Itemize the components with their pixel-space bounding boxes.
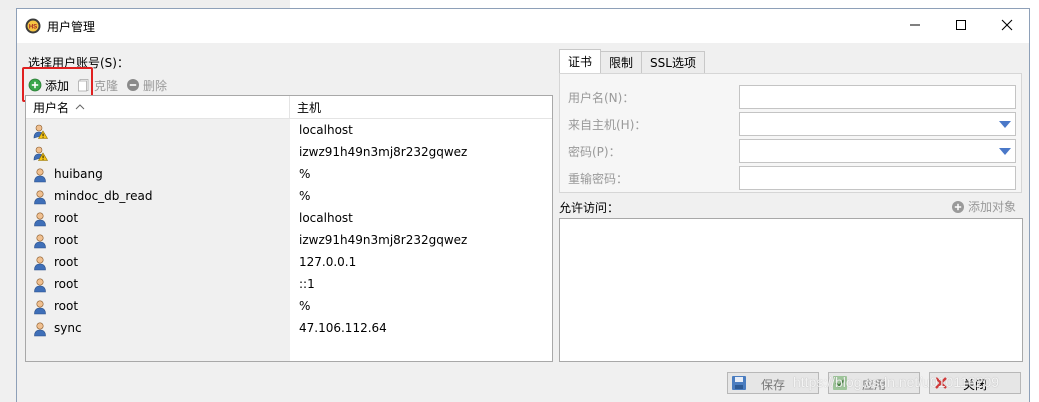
column-header-username-label: 用户名 [33,100,70,115]
table-row[interactable]: root localhost [26,208,552,230]
host-cell: % [299,167,311,181]
user-icon [32,233,48,249]
chevron-down-icon [999,121,1011,128]
username-cell: mindoc_db_read [54,189,153,203]
host-cell: localhost [299,123,353,137]
username-field-label: 用户名(N)： [568,91,635,105]
maximize-icon [956,20,966,30]
from-host-dropdown[interactable] [739,112,1016,136]
user-icon [32,277,48,293]
table-row[interactable]: root::1 [26,274,552,296]
user-icon [32,321,48,337]
username-cell: sync [54,321,82,335]
from-host-field-label: 来自主机(H)： [568,118,647,132]
chevron-down-icon [999,148,1011,155]
tab-limits-label: 限制 [609,56,634,70]
password-field[interactable] [739,139,1016,163]
tab-limits[interactable]: 限制 [600,51,643,73]
host-cell: % [299,299,311,313]
save-button[interactable]: 保存 [727,372,819,394]
host-cell: ::1 [299,277,315,291]
title-bar: HS 用户管理 [17,9,1029,43]
close-button[interactable]: 关闭 [929,372,1021,394]
table-row[interactable]: localhost [26,120,552,142]
minimize-icon [910,24,920,26]
table-row[interactable]: huibang% [26,164,552,186]
table-row[interactable]: root 127.0.0.1 [26,252,552,274]
password-field-label: 密码(P)： [568,145,621,159]
minus-circle-icon [127,79,140,91]
host-cell: 127.0.0.1 [299,255,357,269]
tab-bar: 证书 限制 SSL选项 [559,49,705,73]
certificate-panel: 用户名(N)： 来自主机(H)： 密码(P)： 重输密码： [559,73,1022,193]
column-header-username[interactable]: 用户名 [26,96,290,119]
host-cell: izwz91h49n3mj8r232gqwez [299,145,468,159]
delete-user-button[interactable]: 删除 [126,77,167,94]
column-header-host-label: 主机 [297,100,322,115]
host-cell: localhost [299,211,353,225]
username-field[interactable] [739,85,1016,109]
minimize-button[interactable] [892,9,938,41]
apply-button[interactable]: 应用 [828,372,920,394]
user-icon [32,299,48,315]
save-button-label: 保存 [760,378,785,392]
username-cell: root [54,233,79,247]
user-icon [32,255,48,271]
warning-user-icon [32,123,49,139]
close-icon [1001,19,1013,31]
user-icon [32,189,48,205]
host-cell: % [299,189,311,203]
host-cell: 47.106.112.64 [299,321,387,335]
table-row[interactable]: mindoc_db_read% [26,186,552,208]
allow-access-label: 允许访问： [559,201,620,215]
username-cell: huibang [54,167,103,181]
user-icon [32,167,48,183]
username-cell: root [54,211,79,225]
app-logo-icon: HS [25,18,41,34]
username-cell: root [54,255,79,269]
column-header-host[interactable]: 主机 [290,96,552,119]
delete-user-label: 删除 [143,78,168,93]
maximize-button[interactable] [938,9,984,41]
add-object-button[interactable]: 添加对象 [951,198,1016,215]
allowed-access-list[interactable] [559,218,1023,362]
clone-user-label: 克隆 [94,78,119,93]
add-object-label: 添加对象 [968,200,1017,214]
user-management-window: HS 用户管理 选择用户账号(S)： 添加 克隆 删除 用户名 主机 local… [16,8,1030,402]
background-strip [0,0,16,402]
tab-ssl-options-label: SSL选项 [650,56,696,70]
confirm-password-field[interactable] [739,166,1016,190]
tab-ssl-options[interactable]: SSL选项 [641,51,705,73]
table-row[interactable]: root% [26,296,552,318]
tab-certificate-label: 证书 [568,55,593,69]
window-title: 用户管理 [47,20,96,34]
apply-button-label: 应用 [861,378,886,392]
warning-user-icon [32,145,49,161]
user-list[interactable]: 用户名 主机 localhost izwz91h49n3mj8r232gqwez… [25,95,553,362]
table-row[interactable]: sync 47.106.112.64 [26,318,552,340]
close-button-label: 关闭 [962,378,987,392]
tab-certificate[interactable]: 证书 [559,49,602,73]
host-cell: izwz91h49n3mj8r232gqwez [299,233,468,247]
user-toolbar: 添加 克隆 删除 [22,67,167,102]
table-row[interactable]: root izwz91h49n3mj8r232gqwez [26,230,552,252]
user-icon [32,211,48,227]
svg-text:HS: HS [29,25,37,31]
username-cell: root [54,299,79,313]
sort-ascending-icon [75,104,85,110]
username-cell: root [54,277,79,291]
table-row[interactable]: izwz91h49n3mj8r232gqwez [26,142,552,164]
confirm-password-field-label: 重输密码： [568,172,629,186]
add-circle-icon [952,200,964,213]
close-window-button[interactable] [984,9,1030,41]
